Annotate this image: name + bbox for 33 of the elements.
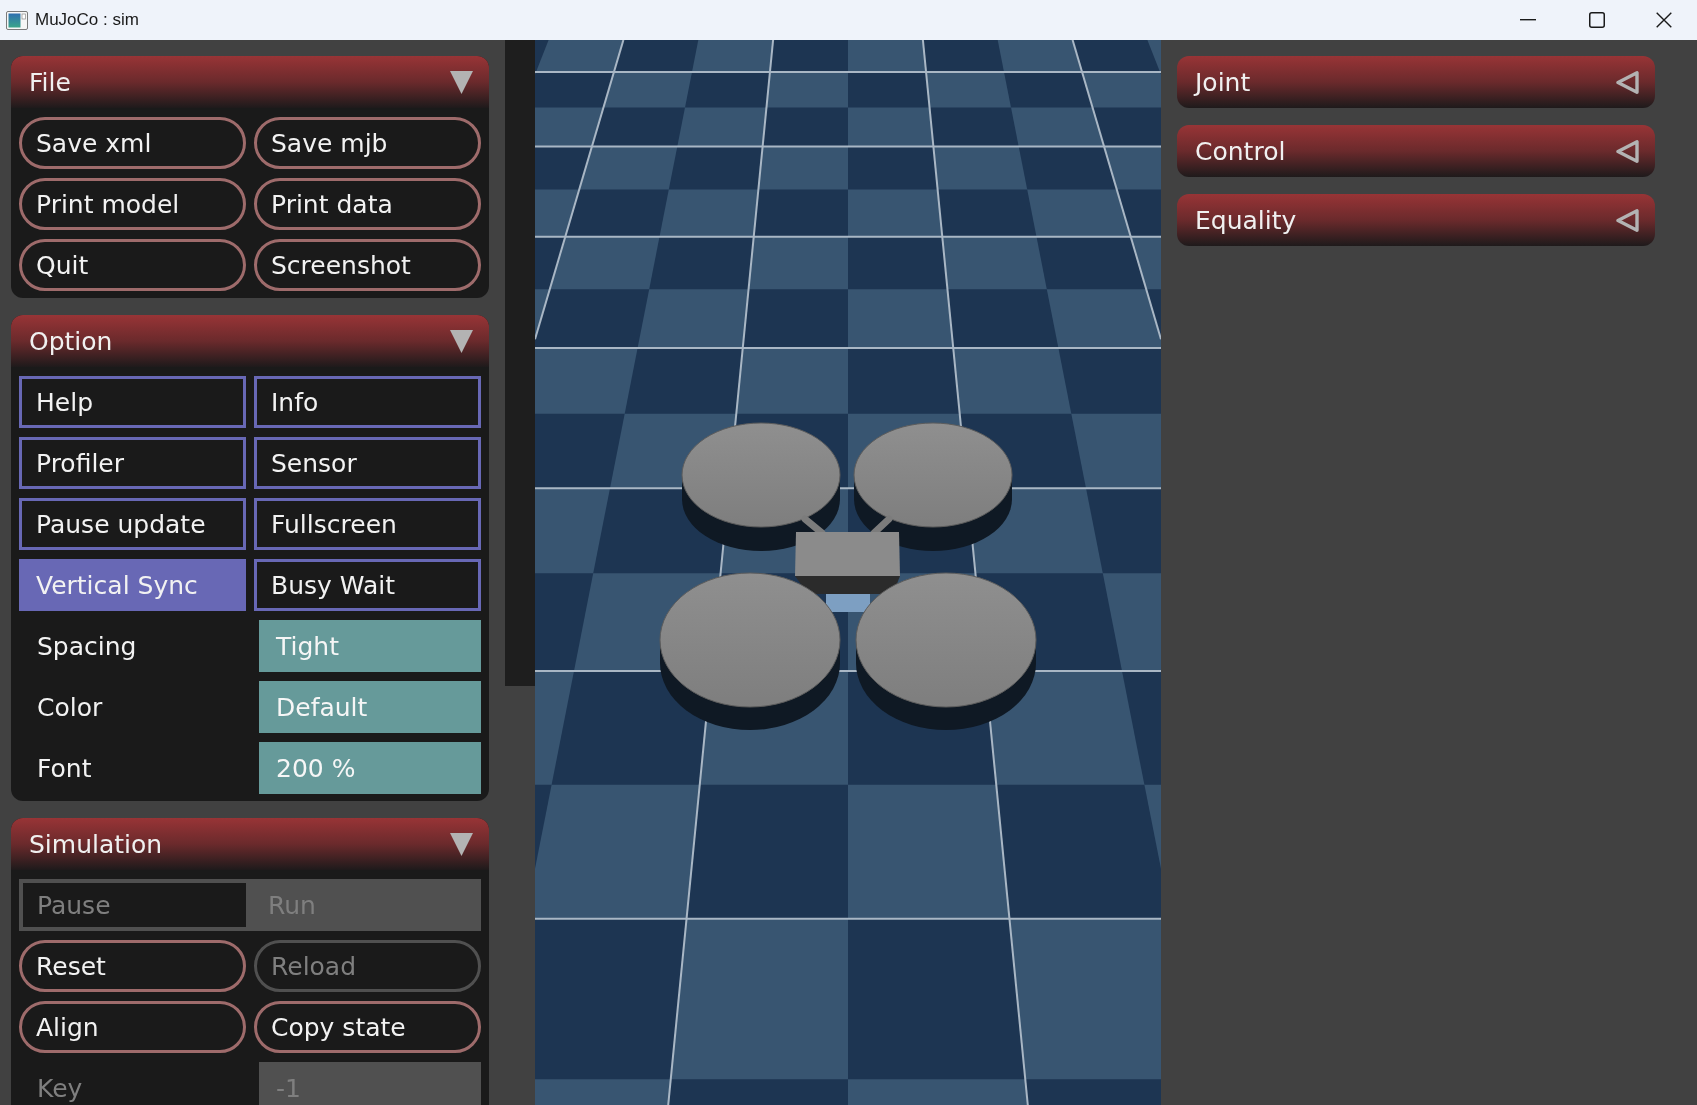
field-label: Key — [37, 1075, 83, 1101]
section-header[interactable]: Simulation — [11, 818, 489, 870]
maximize-icon — [1588, 12, 1605, 28]
button[interactable]: Align — [19, 1001, 246, 1053]
button[interactable]: Print data — [254, 178, 481, 230]
toggle-button[interactable]: Help — [19, 376, 246, 428]
toggle-button[interactable]: Pause update — [19, 498, 246, 550]
close-icon — [1656, 12, 1672, 28]
button[interactable]: Print model — [19, 178, 246, 230]
section-header[interactable]: Option — [11, 315, 489, 367]
toggle-button[interactable]: Info — [254, 376, 481, 428]
toggle-button[interactable]: Vertical Sync — [19, 559, 246, 611]
toggle-button[interactable]: Sensor — [254, 437, 481, 489]
window-title: MuJoCo : sim — [35, 10, 139, 30]
button[interactable]: Screenshot — [254, 239, 481, 291]
app-icon — [6, 10, 28, 30]
minimize-icon — [1519, 19, 1536, 21]
button[interactable]: Copy state — [254, 1001, 481, 1053]
button[interactable]: Reset — [19, 940, 246, 992]
select-label: Font — [37, 755, 92, 781]
section-header[interactable]: File — [11, 56, 489, 108]
select-label: Color — [37, 694, 103, 720]
section-header[interactable]: Control — [1177, 125, 1655, 177]
button[interactable]: Quit — [19, 239, 246, 291]
select-label: Spacing — [37, 633, 137, 659]
button[interactable]: Save xml — [19, 117, 246, 169]
toggle-button[interactable]: Busy Wait — [254, 559, 481, 611]
scrollbar-thumb[interactable] — [505, 40, 535, 686]
section-header[interactable]: Equality — [1177, 194, 1655, 246]
toggle-button[interactable]: Fullscreen — [254, 498, 481, 550]
button[interactable]: Save mjb — [254, 117, 481, 169]
toggle-button[interactable]: Profiler — [19, 437, 246, 489]
section-header[interactable]: Joint — [1177, 56, 1655, 108]
